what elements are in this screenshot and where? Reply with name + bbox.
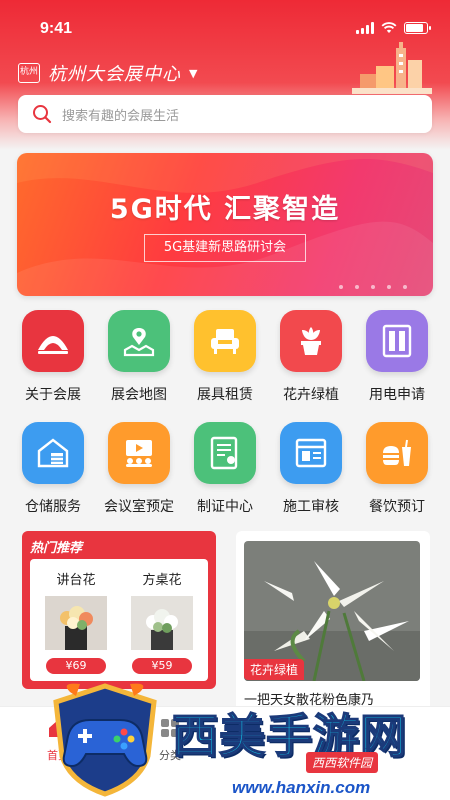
- table-flower-image: [131, 596, 193, 650]
- sofa-icon: [194, 310, 256, 372]
- warehouse-icon: [22, 422, 84, 484]
- banner-subtitle: 5G基建新思路研讨会: [144, 234, 306, 262]
- service-label: 用电申请: [369, 387, 425, 403]
- city-skyline-illustration: [352, 42, 432, 94]
- signal-icon: [356, 22, 374, 34]
- watermark-badge: 西西软件园: [306, 752, 379, 773]
- service-label: 花卉绿植: [283, 387, 339, 403]
- service-label: 会议室预定: [104, 499, 174, 515]
- product-name: 讲台花: [56, 573, 96, 588]
- service-certificate[interactable]: 制证中心: [182, 422, 268, 516]
- plant-icon: [280, 310, 342, 372]
- watermark-gamepad-logo: [53, 683, 157, 797]
- service-row: 仓储服务 会议室预定 制证中心 施工审核 餐饮预订: [0, 422, 450, 522]
- battery-icon: [404, 22, 431, 34]
- food-icon: [366, 422, 428, 484]
- power-cabinet-icon: [366, 310, 428, 372]
- map-icon: [108, 310, 170, 372]
- banner-title: 5G时代 汇聚智造: [109, 194, 341, 225]
- service-label: 展具租赁: [197, 387, 253, 403]
- status-icons: [356, 22, 431, 34]
- service-label: 施工审核: [283, 499, 339, 515]
- wifi-icon: [381, 22, 397, 33]
- service-map[interactable]: 展会地图: [96, 310, 182, 404]
- promo-banner[interactable]: 5G时代 汇聚智造 5G基建新思路研讨会: [17, 153, 433, 296]
- certificate-icon: [194, 422, 256, 484]
- venue-selector[interactable]: 杭州 杭州大会展中心 ▼: [18, 60, 197, 86]
- service-food[interactable]: 餐饮预订: [354, 422, 440, 516]
- status-time: 9:41: [40, 20, 73, 37]
- service-label: 餐饮预订: [369, 499, 425, 515]
- hot-recommendations: 热门推荐 讲台花 ¥69 方桌花 ¥59: [22, 531, 216, 689]
- service-construction-review[interactable]: 施工审核: [268, 422, 354, 516]
- service-label: 关于会展: [25, 387, 81, 403]
- search-placeholder: 搜索有趣的会展生活: [62, 108, 180, 124]
- search-icon: [33, 105, 52, 124]
- podium-flower-image: [45, 596, 107, 650]
- feature-tag: 花卉绿植: [244, 659, 305, 680]
- service-meeting-room[interactable]: 会议室预定: [96, 422, 182, 516]
- service-plants[interactable]: 花卉绿植: [268, 310, 354, 404]
- service-row: 关于会展 展会地图 展具租赁 花卉绿植 用电申请: [0, 310, 450, 410]
- product-price: ¥69: [46, 658, 106, 674]
- service-label: 仓储服务: [25, 499, 81, 515]
- construction-review-icon: [280, 422, 342, 484]
- service-storage[interactable]: 仓储服务: [10, 422, 96, 516]
- feature-product-card[interactable]: 花卉绿植 一把天女散花粉色康乃: [236, 531, 430, 713]
- caret-down-icon: ▼: [189, 66, 198, 80]
- hot-product-list: 讲台花 ¥69 方桌花 ¥59: [30, 559, 208, 681]
- service-label: 展会地图: [111, 387, 167, 403]
- hot-product[interactable]: 方桌花 ¥59: [126, 559, 198, 674]
- venue-name: 杭州大会展中心: [48, 64, 181, 85]
- service-about[interactable]: 关于会展: [10, 310, 96, 404]
- meeting-room-icon: [108, 422, 170, 484]
- banner-dot-decoration: [339, 285, 407, 289]
- hot-product[interactable]: 讲台花 ¥69: [40, 559, 112, 674]
- venue-logo: 杭州: [18, 63, 40, 83]
- search-input[interactable]: 搜索有趣的会展生活: [18, 95, 432, 133]
- service-label: 制证中心: [197, 499, 253, 515]
- product-price: ¥59: [132, 658, 192, 674]
- watermark-url: www.hanxin.com: [232, 778, 371, 797]
- hot-title: 热门推荐: [30, 541, 83, 556]
- service-power[interactable]: 用电申请: [354, 310, 440, 404]
- pavilion-icon: [22, 310, 84, 372]
- service-rental[interactable]: 展具租赁: [182, 310, 268, 404]
- product-name: 方桌花: [142, 573, 182, 588]
